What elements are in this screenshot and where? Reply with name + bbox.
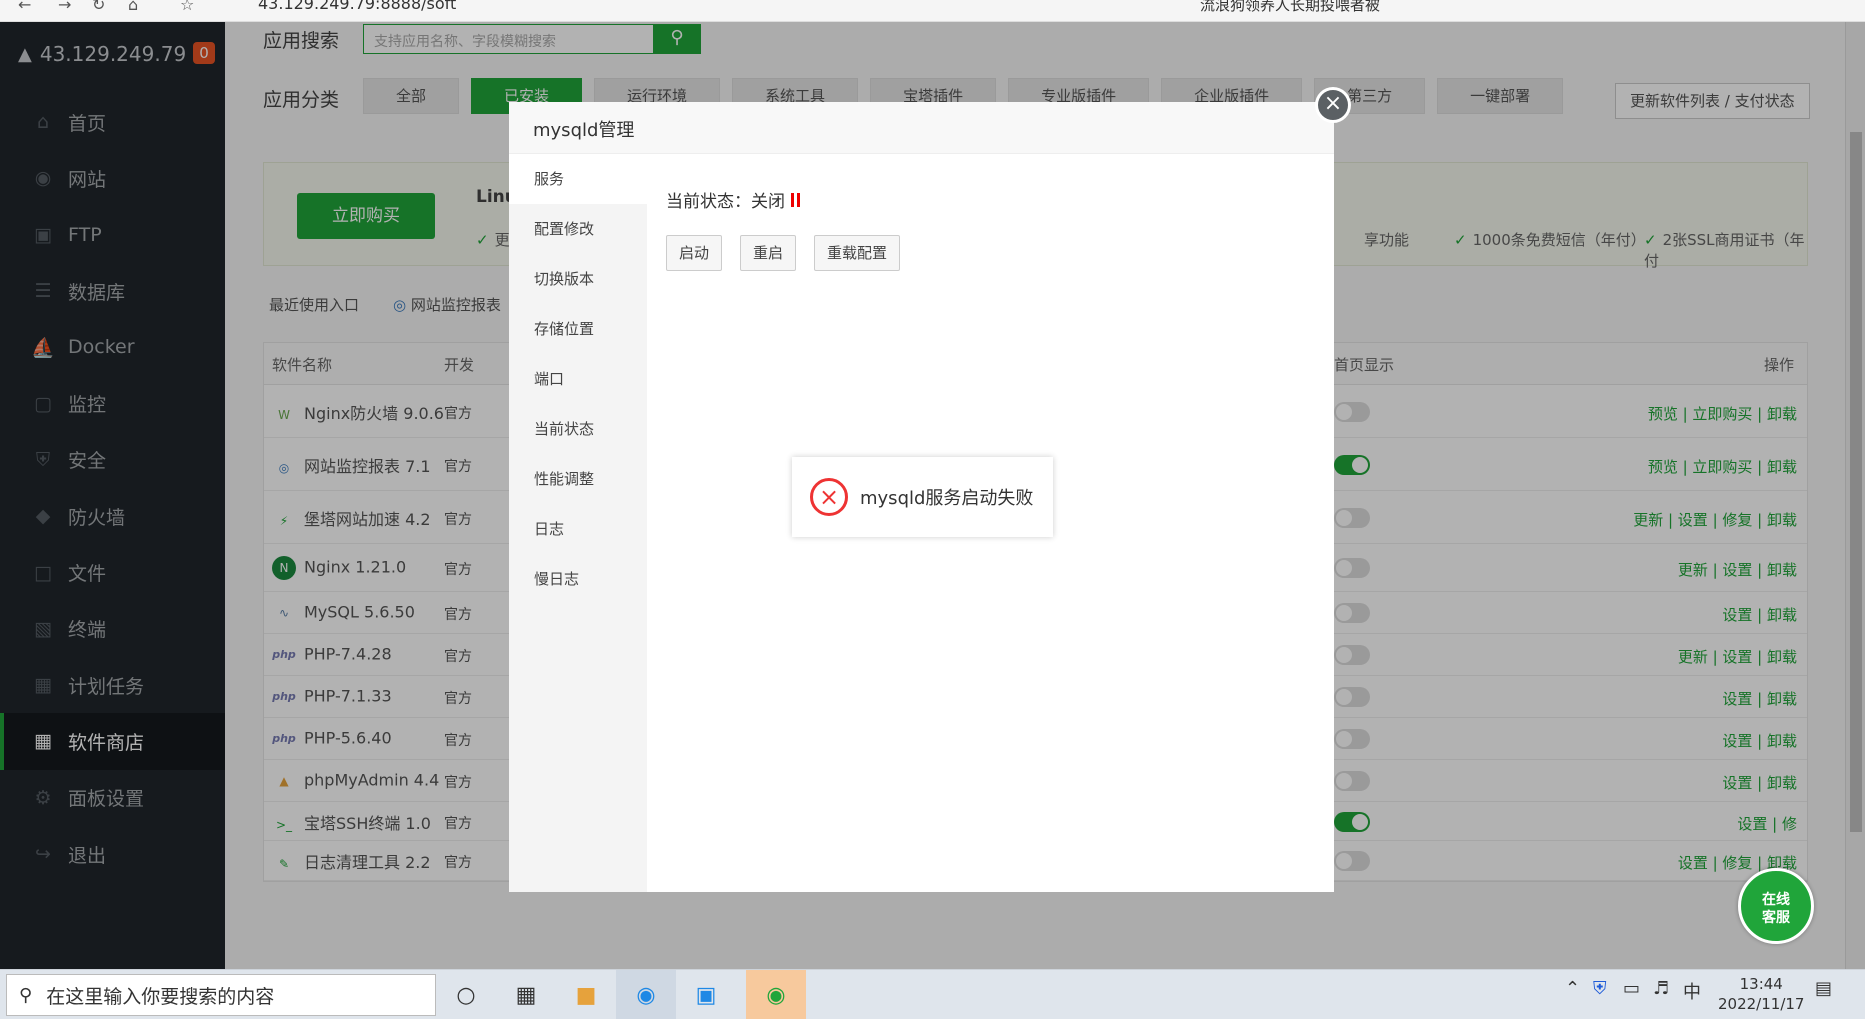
toast-message: mysqld服务启动失败 (860, 488, 1034, 509)
home-icon[interactable]: ⌂ (128, 0, 138, 14)
modal-menu-version[interactable]: 切换版本 (509, 254, 647, 304)
modal-menu-port[interactable]: 端口 (509, 354, 647, 404)
modal-menu-status[interactable]: 当前状态 (509, 404, 647, 454)
error-icon: × (810, 478, 848, 516)
security-tray-icon[interactable]: ⛨ (1593, 978, 1607, 999)
address-bar[interactable]: 43.129.249.79:8888/soft (258, 0, 456, 13)
kefu-line2: 客服 (1762, 910, 1790, 926)
volume-icon[interactable]: ♬ (1653, 978, 1669, 999)
back-icon[interactable]: ← (18, 0, 31, 14)
modal-menu-service[interactable]: 服务 (509, 154, 647, 204)
app-icon[interactable]: ▣ (676, 970, 736, 1019)
taskbar: ⚲ 在这里输入你要搜索的内容 ○ ▦ ■ ◉ ▣ ◉ ⌃ ⛨ ▭ ♬ 中 13:4… (0, 969, 1865, 1019)
cortana-icon[interactable]: ○ (436, 970, 496, 1019)
modal-menu-log[interactable]: 日志 (509, 504, 647, 554)
restart-button[interactable]: 重启 (740, 235, 797, 271)
online-service-button[interactable]: 在线 客服 (1738, 868, 1814, 944)
modal-menu-slowlog[interactable]: 慢日志 (509, 554, 647, 604)
close-icon[interactable]: × (1315, 87, 1351, 123)
browser-toolbar: ← → ↻ ⌂ ☆ 43.129.249.79:8888/soft 流浪狗领养人… (0, 0, 1865, 22)
service-buttons: 启动 重启 重载配置 (666, 235, 901, 271)
stopped-icon (791, 193, 800, 207)
error-toast: × mysqld服务启动失败 (792, 457, 1053, 537)
browser-icon[interactable]: ◉ (616, 970, 676, 1019)
clock[interactable]: 13:44 2022/11/17 (1718, 974, 1804, 1014)
ime-indicator[interactable]: 中 (1683, 978, 1701, 1004)
chevron-up-icon[interactable]: ⌃ (1565, 978, 1580, 999)
modal-title: mysqld管理 (509, 102, 1334, 154)
wechat-icon[interactable]: ◉ (746, 970, 806, 1019)
forward-icon[interactable]: → (58, 0, 71, 14)
kefu-line1: 在线 (1762, 892, 1790, 908)
taskbar-search[interactable]: ⚲ 在这里输入你要搜索的内容 (6, 974, 436, 1016)
battery-icon[interactable]: ▭ (1623, 978, 1640, 999)
file-explorer-icon[interactable]: ■ (556, 970, 616, 1019)
notification-icon[interactable]: ▤ (1815, 978, 1832, 999)
modal-menu-performance[interactable]: 性能调整 (509, 454, 647, 504)
search-icon: ⚲ (19, 984, 33, 1006)
start-button[interactable]: 启动 (666, 235, 723, 271)
task-view-icon[interactable]: ▦ (496, 970, 556, 1019)
service-state: 当前状态：关闭 (666, 187, 800, 212)
star-icon[interactable]: ☆ (180, 0, 194, 14)
modal-menu-storage[interactable]: 存储位置 (509, 304, 647, 354)
browser-tab[interactable]: 流浪狗领养人长期投喂者被 (1200, 0, 1440, 15)
modal-menu: 服务 配置修改 切换版本 存储位置 端口 当前状态 性能调整 日志 慢日志 (509, 154, 647, 892)
reload-icon[interactable]: ↻ (92, 0, 105, 14)
modal-menu-config[interactable]: 配置修改 (509, 204, 647, 254)
reload-config-button[interactable]: 重载配置 (814, 235, 901, 271)
